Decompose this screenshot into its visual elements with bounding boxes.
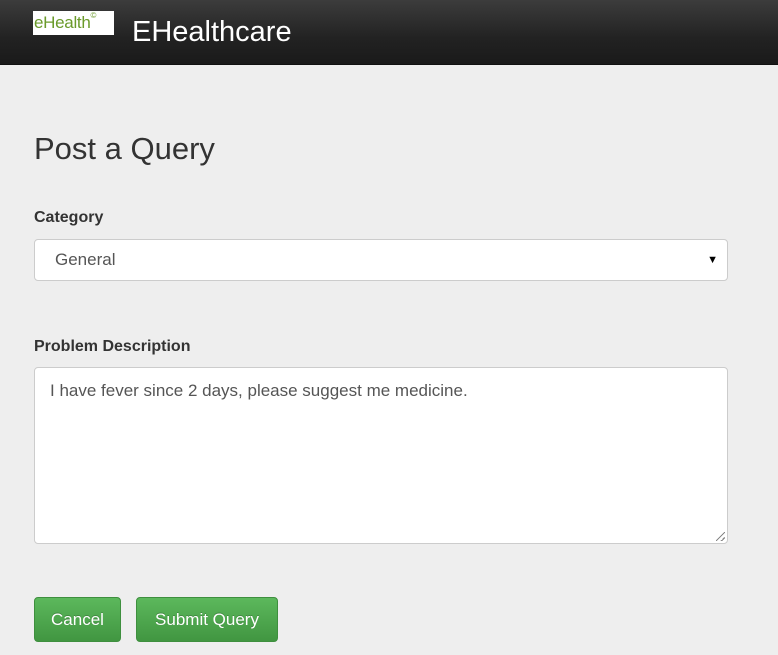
category-selected-value: General — [55, 250, 116, 269]
brand-title[interactable]: EHealthcare — [132, 15, 292, 49]
navbar: eHealth© EHealthcare — [0, 0, 778, 65]
problem-description-textarea[interactable]: I have fever since 2 days, please sugges… — [34, 367, 728, 544]
page-title: Post a Query — [34, 131, 215, 166]
ehealth-logo[interactable]: eHealth© — [33, 11, 114, 35]
category-label: Category — [34, 209, 104, 226]
submit-query-button[interactable]: Submit Query — [136, 597, 278, 642]
resize-grip-icon[interactable] — [716, 532, 725, 541]
category-select[interactable]: General ▼ — [34, 239, 728, 281]
problem-description-label: Problem Description — [34, 338, 191, 355]
dropdown-arrow-icon: ▼ — [707, 254, 718, 266]
logo-text: eHealth — [34, 13, 91, 32]
problem-description-text: I have fever since 2 days, please sugges… — [50, 381, 468, 400]
logo-mark: © — [90, 11, 97, 20]
cancel-button[interactable]: Cancel — [34, 597, 121, 642]
